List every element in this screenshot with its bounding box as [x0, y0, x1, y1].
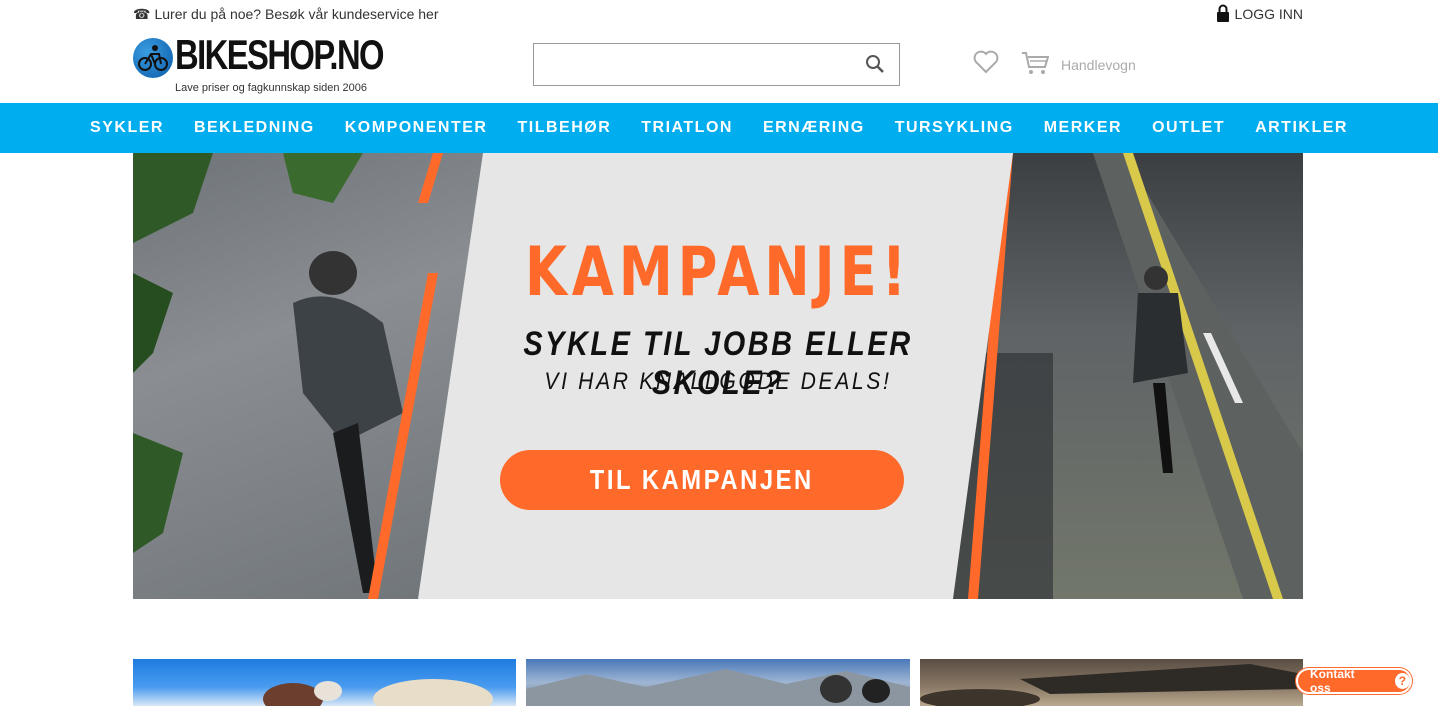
contact-us-label[interactable]: Kontakt oss: [1310, 667, 1375, 695]
nav-item-sykler[interactable]: SYKLER: [75, 119, 179, 137]
cart-icon[interactable]: [1021, 50, 1050, 79]
nav-item-bekledning[interactable]: BEKLEDNING: [179, 119, 330, 137]
logo-globe-icon: [133, 38, 173, 78]
nav-item-artikler[interactable]: ARTIKLER: [1240, 119, 1363, 137]
hero-subtitle-2: VI HAR KNALLGODE DEALS!: [544, 368, 892, 395]
heart-icon[interactable]: [973, 50, 999, 78]
nav-item-triatlon[interactable]: TRIATLON: [626, 119, 748, 137]
search-input[interactable]: [534, 44, 899, 85]
lock-icon: [1216, 4, 1230, 25]
customer-service-text[interactable]: Lurer du på noe? Besøk vår kundeservice …: [154, 6, 438, 22]
cart-button[interactable]: Handlevogn: [1021, 50, 1136, 79]
customer-service-link[interactable]: ☎ Lurer du på noe? Besøk vår kundeservic…: [133, 6, 439, 23]
category-tiles: [133, 659, 1303, 706]
nav-item-outlet[interactable]: OUTLET: [1137, 119, 1240, 137]
main-nav: SYKLER BEKLEDNING KOMPONENTER TILBEHØR T…: [0, 103, 1438, 153]
campaign-button-label[interactable]: TIL KAMPANJEN: [590, 464, 814, 496]
header: BIKESHOP.NO Lave priser og fagkunnskap s…: [133, 30, 1303, 100]
login-label[interactable]: LOGG INN: [1235, 6, 1303, 22]
search-box[interactable]: [533, 43, 900, 86]
login-link[interactable]: LOGG INN: [1216, 4, 1303, 25]
nav-item-merker[interactable]: MERKER: [1029, 119, 1137, 137]
question-icon[interactable]: ?: [1394, 673, 1410, 689]
nav-item-tursykling[interactable]: TURSYKLING: [880, 119, 1029, 137]
category-tile-3[interactable]: [920, 659, 1303, 706]
hero-center-panel: KAMPANJE! SYKLE TIL JOBB ELLER SKOLE? VI…: [133, 153, 1303, 599]
phone-icon: ☎: [133, 5, 151, 22]
logo-text: BIKESHOP.NO: [175, 31, 385, 78]
search-icon[interactable]: [865, 54, 885, 79]
hero-banner[interactable]: KAMPANJE! SYKLE TIL JOBB ELLER SKOLE? VI…: [133, 153, 1303, 599]
site-logo[interactable]: BIKESHOP.NO Lave priser og fagkunnskap s…: [133, 34, 385, 98]
campaign-button[interactable]: TIL KAMPANJEN: [500, 450, 904, 510]
top-bar: ☎ Lurer du på noe? Besøk vår kundeservic…: [133, 0, 1303, 28]
wishlist-button[interactable]: [973, 50, 999, 79]
nav-item-tilbehor[interactable]: TILBEHØR: [502, 119, 626, 137]
contact-us-button[interactable]: Kontakt oss ?: [1296, 667, 1412, 695]
logo-tagline: Lave priser og fagkunnskap siden 2006: [175, 82, 368, 94]
nav-item-komponenter[interactable]: KOMPONENTER: [330, 119, 503, 137]
hero-title: KAMPANJE!: [524, 233, 912, 312]
nav-item-ernaering[interactable]: ERNÆRING: [748, 119, 880, 137]
category-tile-2[interactable]: [526, 659, 910, 706]
cart-label[interactable]: Handlevogn: [1061, 57, 1136, 73]
category-tile-1[interactable]: [133, 659, 516, 706]
